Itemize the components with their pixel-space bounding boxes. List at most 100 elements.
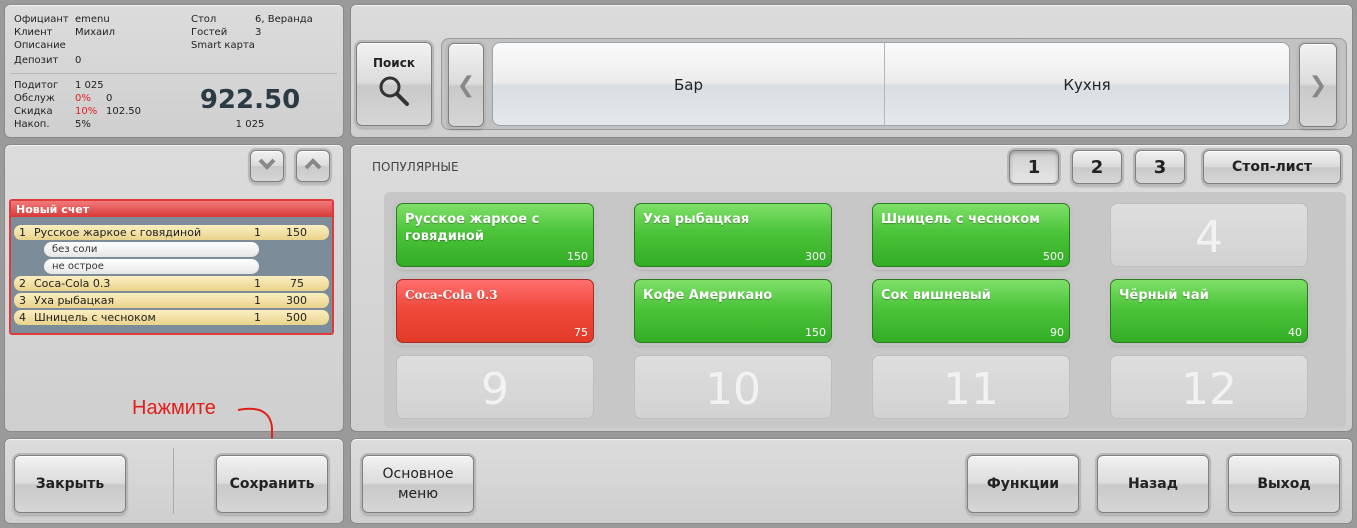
category-tab-bar[interactable]: Бар xyxy=(493,43,885,127)
empty-menu-slot[interactable]: 10 xyxy=(634,355,832,419)
chevron-down-icon xyxy=(258,158,276,174)
slot-number: 10 xyxy=(705,364,761,415)
menu-item-price: 75 xyxy=(574,326,588,339)
chevron-right-icon: ❯ xyxy=(1308,72,1328,98)
subtotal-value: 1 025 xyxy=(75,80,104,91)
client-value: Михаил xyxy=(75,27,116,38)
category-next-button[interactable]: ❯ xyxy=(1299,43,1337,127)
empty-menu-slot[interactable]: 12 xyxy=(1110,355,1308,419)
menu-item-tile[interactable]: Шницель с чесноком 500 xyxy=(872,203,1070,267)
guests-label: Гостей xyxy=(191,27,228,38)
scroll-down-button[interactable] xyxy=(250,150,284,182)
order-row-name: Русское жаркое с говядиной xyxy=(34,226,202,239)
save-button[interactable]: Сохранить xyxy=(216,455,328,513)
stop-list-button[interactable]: Стоп-лист xyxy=(1203,150,1341,184)
order-row-name: Уха рыбацкая xyxy=(34,294,115,307)
menu-item-tile[interactable]: Чёрный чай 40 xyxy=(1110,279,1308,343)
search-button[interactable]: Поиск xyxy=(356,42,432,126)
exit-button[interactable]: Выход xyxy=(1228,455,1340,513)
order-total: 922.50 xyxy=(199,85,301,115)
search-icon xyxy=(377,74,411,112)
order-row-number: 3 xyxy=(19,294,26,307)
menu-item-price: 90 xyxy=(1050,326,1064,339)
deposit-value: 0 xyxy=(75,55,82,66)
hint-text: Нажмите xyxy=(132,397,216,419)
main-menu-button[interactable]: Основное меню xyxy=(362,455,474,513)
order-check: Новый счет 1 Русское жаркое с говядиной … xyxy=(9,199,334,335)
scroll-up-button[interactable] xyxy=(296,150,330,182)
menu-item-tile[interactable]: Русское жаркое с говядиной 150 xyxy=(396,203,594,267)
order-row-name: Шницель с чесноком xyxy=(34,311,156,324)
chevron-up-icon xyxy=(304,158,322,174)
menu-item-price: 40 xyxy=(1288,326,1302,339)
order-row-price: 500 xyxy=(286,311,307,324)
order-row-qty: 1 xyxy=(254,226,261,239)
functions-button[interactable]: Функции xyxy=(967,455,1079,513)
waiter-label: Официант xyxy=(14,14,69,25)
service-percent: 0% xyxy=(75,93,91,104)
order-total-sub: 1 025 xyxy=(235,119,265,130)
description-label: Описание xyxy=(14,40,66,51)
page-button-1[interactable]: 1 xyxy=(1009,150,1059,184)
page-button-2[interactable]: 2 xyxy=(1072,150,1122,184)
subtotal-label: Подитог xyxy=(14,80,59,91)
category-tab-kitchen[interactable]: Кухня xyxy=(885,43,1289,127)
order-row-number: 4 xyxy=(19,311,26,324)
client-label: Клиент xyxy=(14,27,53,38)
category-tabs: Бар Кухня xyxy=(492,42,1290,127)
discount-label: Скидка xyxy=(14,106,53,117)
order-row[interactable]: 2 Coca-Cola 0.3 1 75 xyxy=(14,276,329,291)
category-strip: ❮ Бар Кухня ❯ xyxy=(441,38,1347,130)
menu-section-title: ПОПУЛЯРНЫЕ xyxy=(372,160,459,174)
search-label: Поиск xyxy=(373,56,415,70)
service-label: Обслуж xyxy=(14,93,55,104)
guests-value: 3 xyxy=(255,27,262,38)
discount-percent: 10% xyxy=(75,106,98,117)
order-title: Новый счет xyxy=(11,201,332,217)
order-row-name: Coca-Cola 0.3 xyxy=(34,277,111,290)
discount-value: 102.50 xyxy=(106,106,141,117)
slot-number: 9 xyxy=(481,364,509,415)
menu-item-name: Coca-Cola 0.3 xyxy=(405,288,498,302)
back-button[interactable]: Назад xyxy=(1097,455,1209,513)
menu-item-name: Уха рыбацкая xyxy=(643,212,750,227)
menu-item-tile[interactable]: Уха рыбацкая 300 xyxy=(634,203,832,267)
order-row-qty: 1 xyxy=(254,294,261,307)
menu-item-price: 150 xyxy=(567,250,588,263)
order-modifier[interactable]: не острое xyxy=(44,259,259,274)
menu-item-tile[interactable]: Сок вишневый 90 xyxy=(872,279,1070,343)
menu-item-tile[interactable]: Кофе Американо 150 xyxy=(634,279,832,343)
category-prev-button[interactable]: ❮ xyxy=(448,43,484,127)
order-info-panel: Официант emenu Клиент Михаил Описание Де… xyxy=(4,4,344,138)
menu-item-price: 500 xyxy=(1043,250,1064,263)
slot-number: 12 xyxy=(1181,364,1237,415)
close-button[interactable]: Закрыть xyxy=(14,455,126,513)
menu-item-name: Чёрный чай xyxy=(1119,288,1209,303)
order-row-price: 75 xyxy=(290,277,304,290)
service-value: 0 xyxy=(106,93,113,104)
menu-item-price: 300 xyxy=(805,250,826,263)
menu-item-name: Шницель с чесноком xyxy=(881,212,1040,227)
chevron-left-icon: ❮ xyxy=(456,72,476,98)
empty-menu-slot[interactable]: 9 xyxy=(396,355,594,419)
order-modifier[interactable]: без соли xyxy=(44,242,259,257)
smart-card-label: Smart карта xyxy=(191,40,255,51)
accumulation-percent: 5% xyxy=(75,119,91,130)
slot-number: 11 xyxy=(943,364,999,415)
menu-item-price: 150 xyxy=(805,326,826,339)
waiter-value: emenu xyxy=(75,14,110,25)
table-value: 6, Веранда xyxy=(255,14,313,25)
menu-item-tile[interactable]: Coca-Cola 0.3 75 xyxy=(396,279,594,343)
deposit-label: Депозит xyxy=(14,55,59,66)
page-button-3[interactable]: 3 xyxy=(1135,150,1185,184)
toolbar-divider xyxy=(173,448,174,514)
order-row-number: 2 xyxy=(19,277,26,290)
menu-item-name: Русское жаркое с говядиной xyxy=(405,212,540,244)
order-row[interactable]: 1 Русское жаркое с говядиной 1 150 xyxy=(14,225,329,240)
empty-menu-slot[interactable]: 4 xyxy=(1110,203,1308,267)
order-row[interactable]: 4 Шницель с чесноком 1 500 xyxy=(14,310,329,325)
order-row[interactable]: 3 Уха рыбацкая 1 300 xyxy=(14,293,329,308)
slot-number: 4 xyxy=(1195,212,1223,263)
empty-menu-slot[interactable]: 11 xyxy=(872,355,1070,419)
accumulation-label: Накоп. xyxy=(14,119,50,130)
